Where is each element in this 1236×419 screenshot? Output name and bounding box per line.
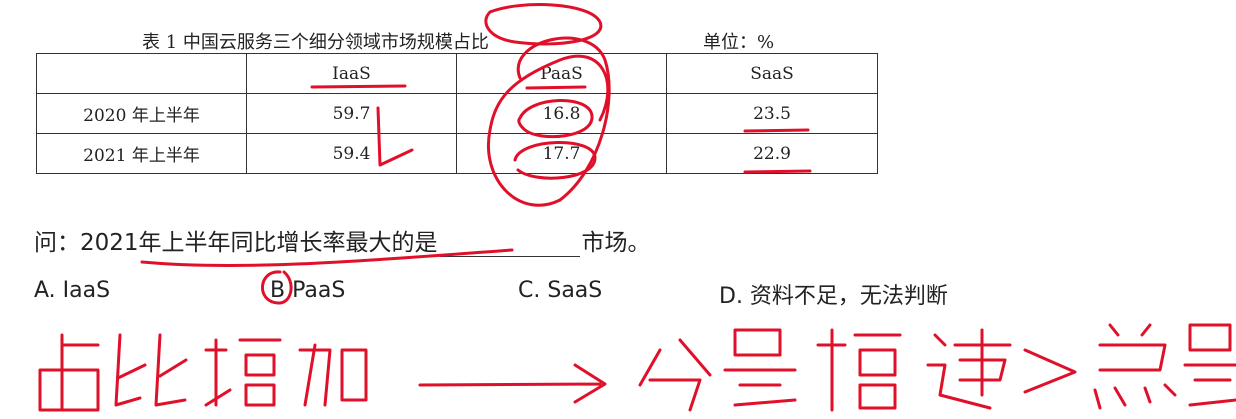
answer-blank (439, 232, 580, 257)
row-label-cell: 2021 年上半年 (36, 133, 247, 174)
hw-jia (298, 343, 368, 407)
header-cell-saas: SaaS (666, 53, 878, 94)
header-cell-empty (36, 53, 247, 94)
option-a: A. IaaS (34, 278, 111, 303)
paas-cell: 16.8 (456, 93, 667, 134)
iaas-cell: 59.4 (246, 133, 457, 174)
saas-cell: 22.9 (666, 133, 878, 174)
hw-zeng (204, 338, 282, 407)
option-b: B PaaS (270, 278, 346, 303)
header-cell-iaas: IaaS (246, 53, 457, 94)
table-unit: 单位：% (703, 32, 775, 53)
question-prefix: 问：2021年上半年同比增长率最大的是 (34, 230, 438, 256)
iaas-cell: 59.7 (246, 93, 457, 134)
hw-zong (1093, 323, 1177, 410)
option-d: D. 资料不足，无法判断 (719, 284, 948, 309)
hw-liang2 (1183, 323, 1236, 407)
table-row: 2020 年上半年 59.7 16.8 23.5 (36, 93, 878, 134)
hw-su (926, 328, 1012, 410)
circle-mark-title (484, 3, 603, 46)
question-text: 问：2021年上半年同比增长率最大的是 市场。 (34, 223, 651, 257)
hw-zhan (38, 333, 100, 412)
hw-arrow (418, 363, 607, 404)
table-title: 表 1 中国云服务三个细分领域市场规模占比 (142, 32, 489, 53)
option-c: C. SaaS (518, 278, 603, 303)
hw-fen (638, 338, 712, 412)
saas-cell: 23.5 (666, 93, 878, 134)
data-table: IaaS PaaS SaaS 2020 年上半年 59.7 16.8 23.5 … (36, 53, 878, 174)
paas-cell: 17.7 (456, 133, 667, 174)
question-suffix: 市场。 (581, 230, 651, 256)
header-cell-paas: PaaS (456, 53, 667, 94)
table-header-row: IaaS PaaS SaaS (36, 53, 878, 94)
hw-greater-than (1023, 348, 1077, 394)
table-row: 2021 年上半年 59.4 17.7 22.9 (36, 133, 878, 174)
hw-zeng2 (816, 328, 902, 412)
row-label-cell: 2020 年上半年 (36, 93, 247, 134)
hw-liang (723, 328, 797, 407)
hw-bi (114, 333, 188, 407)
